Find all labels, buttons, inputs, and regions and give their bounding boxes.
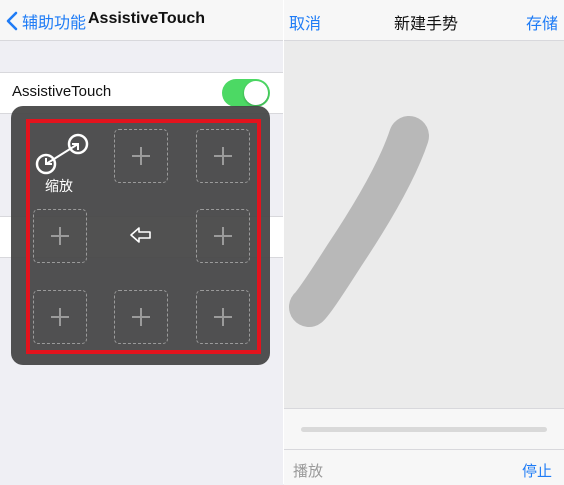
chevron-left-icon	[6, 11, 18, 31]
save-button[interactable]: 存储	[526, 10, 558, 34]
zoom-label: 缩放	[45, 178, 73, 194]
zoom-control[interactable]: 缩放	[32, 132, 92, 194]
page-title: 新建手势	[394, 16, 459, 33]
empty-slot[interactable]	[196, 209, 250, 263]
toggle-knob	[244, 81, 268, 105]
empty-slot[interactable]	[33, 209, 87, 263]
back-button-label: 辅助功能	[22, 15, 87, 32]
separator	[284, 449, 564, 450]
plus-icon	[214, 227, 232, 245]
empty-slot[interactable]	[114, 290, 168, 344]
page-title: AssistiveTouch	[88, 10, 206, 27]
gesture-canvas[interactable]	[284, 41, 564, 408]
play-button[interactable]: 播放	[293, 460, 323, 481]
plus-icon	[214, 308, 232, 326]
arrow-left-icon	[130, 227, 151, 243]
navigation-bar: 取消 新建手势 存储	[284, 0, 564, 41]
cancel-button[interactable]: 取消	[289, 10, 321, 34]
back-button[interactable]: 辅助功能	[6, 9, 86, 33]
zoom-icon	[35, 133, 89, 175]
plus-icon	[51, 308, 69, 326]
back-arrow-button[interactable]	[129, 226, 153, 249]
right-screen: 取消 新建手势 存储 播放 停止	[284, 0, 564, 485]
playback-progress-track[interactable]	[301, 427, 547, 432]
plus-icon	[132, 147, 150, 165]
plus-icon	[51, 227, 69, 245]
playback-controls: 播放 停止	[284, 408, 564, 485]
navigation-bar: 辅助功能 AssistiveTouch	[0, 0, 283, 41]
empty-slot[interactable]	[114, 129, 168, 183]
empty-slot[interactable]	[196, 290, 250, 344]
stop-button[interactable]: 停止	[522, 460, 552, 481]
assistivetouch-toggle[interactable]	[222, 79, 270, 107]
left-screen: 辅助功能 AssistiveTouch AssistiveTouch 缩放	[0, 0, 283, 484]
gesture-stroke	[289, 116, 429, 327]
empty-slot[interactable]	[196, 129, 250, 183]
assistivetouch-panel: 缩放	[11, 106, 270, 365]
assistivetouch-label: AssistiveTouch	[12, 83, 112, 100]
plus-icon	[214, 147, 232, 165]
plus-icon	[132, 308, 150, 326]
empty-slot[interactable]	[33, 290, 87, 344]
